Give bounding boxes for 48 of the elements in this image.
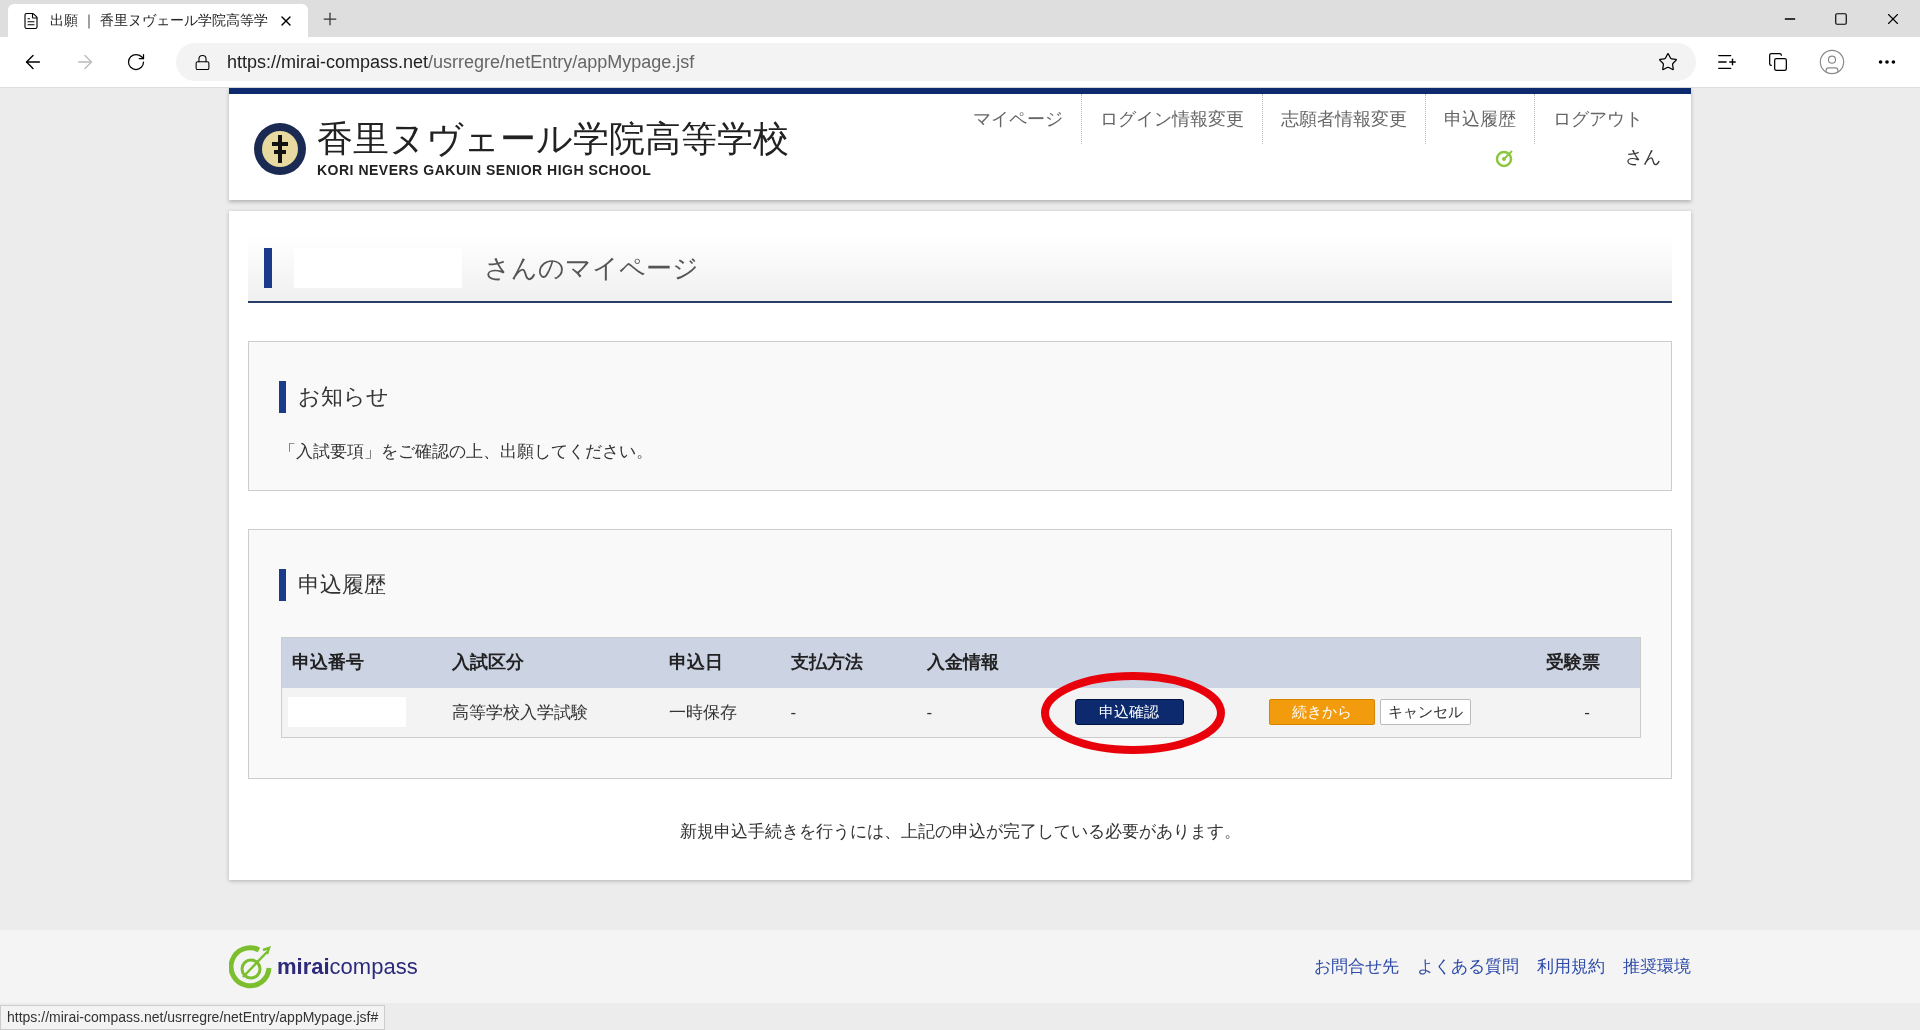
table-cell: - xyxy=(916,687,1042,738)
title-accent-bar xyxy=(264,248,272,288)
school-name: 香里ヌヴェール学院高等学校 xyxy=(317,117,789,160)
column-header: 支払方法 xyxy=(780,637,917,688)
confirm-button[interactable]: 申込確認 xyxy=(1074,699,1184,726)
url-text: https://mirai-compass.net/usrregre/netEntry/appMypage.jsf xyxy=(227,50,696,74)
notice-text: 「入試要項」をご確認の上、出願してください。 xyxy=(279,441,654,463)
favorite-icon[interactable] xyxy=(1658,52,1678,72)
column-header: 申込日 xyxy=(658,637,781,688)
column-header: 受験票 xyxy=(1516,637,1641,688)
school-name-english: KORI NEVERS GAKUIN SENIOR HIGH SCHOOL xyxy=(317,160,653,180)
page-title: さんのマイページ xyxy=(484,251,699,285)
user-target-icon xyxy=(1495,147,1515,168)
column-header: 入試区分 xyxy=(441,637,659,688)
nav-link[interactable]: マイページ xyxy=(955,94,1082,144)
nav-link[interactable]: ログイン情報変更 xyxy=(1082,94,1263,144)
nav-link[interactable]: 申込履歴 xyxy=(1426,94,1535,144)
user-suffix: さん xyxy=(1625,146,1661,169)
profile-icon[interactable] xyxy=(1818,48,1846,76)
nav-link[interactable]: ログアウト xyxy=(1535,94,1661,144)
footer-logo-text: miraicompass xyxy=(277,953,418,981)
address-field[interactable]: https://mirai-compass.net/usrregre/netEntry/appMypage.jsf xyxy=(176,43,1696,81)
table-cell: - xyxy=(1516,687,1641,738)
column-header: 申込番号 xyxy=(281,637,442,688)
table-cell: 高等学校入学試験 xyxy=(441,687,659,738)
heading-accent-bar xyxy=(279,568,286,601)
table-cell: - xyxy=(780,687,917,738)
cancel-button[interactable]: キャンセル xyxy=(1379,699,1471,726)
lock-icon xyxy=(194,53,211,71)
footer-link[interactable]: 推奨環境 xyxy=(1623,953,1691,980)
footnote-text: 新規申込手続きを行うには、上記の申込が完了している必要があります。 xyxy=(678,821,1242,843)
footer-link[interactable]: 利用規約 xyxy=(1537,953,1605,980)
page-icon xyxy=(22,11,40,30)
reload-icon[interactable] xyxy=(126,52,146,72)
collections-icon[interactable] xyxy=(1768,52,1788,72)
section-heading: お知らせ xyxy=(298,383,389,411)
school-emblem-icon xyxy=(253,122,307,176)
maximize-icon[interactable] xyxy=(1834,11,1848,26)
tab-title: 出願 ｜ 香里ヌヴェール学院高等学 xyxy=(50,11,268,31)
nav-link[interactable]: 志願者情報変更 xyxy=(1263,94,1426,144)
status-url: https://mirai-compass.net/usrregre/netEntry/appMypage.jsf# xyxy=(0,1005,386,1030)
browser-tab[interactable]: 出願 ｜ 香里ヌヴェール学院高等学 xyxy=(8,4,308,37)
footer-link[interactable]: よくある質問 xyxy=(1417,953,1519,980)
table-cell: 一時保存 xyxy=(658,687,781,738)
heading-accent-bar xyxy=(279,380,286,413)
footer-link[interactable]: お問合せ先 xyxy=(1314,953,1399,980)
column-header: 入金情報 xyxy=(916,637,1042,688)
section-heading: 申込履歴 xyxy=(298,571,386,599)
